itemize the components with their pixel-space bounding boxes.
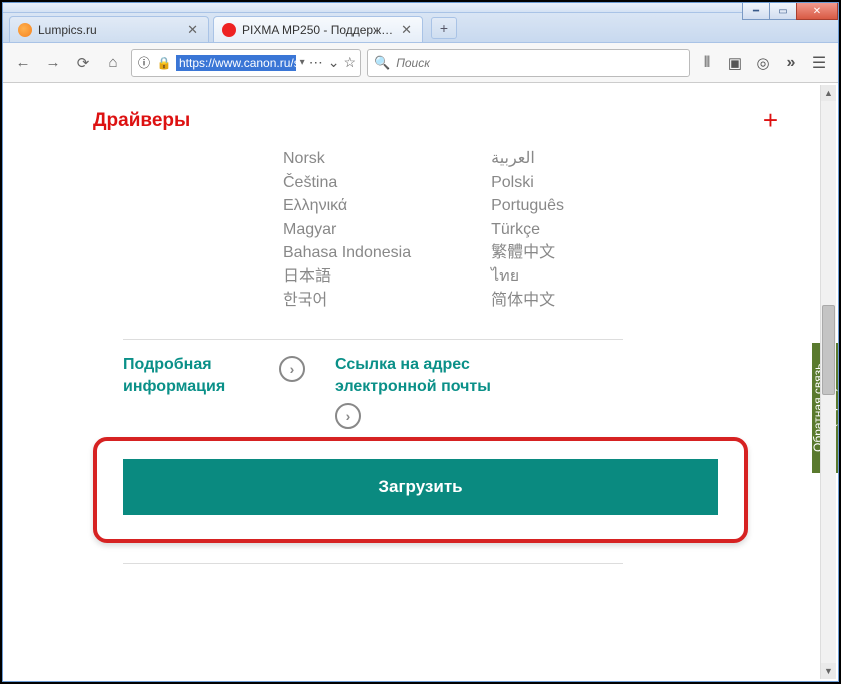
chevron-right-icon: ›	[279, 356, 305, 382]
language-option[interactable]: Polski	[491, 172, 564, 194]
overflow-icon[interactable]: »	[780, 52, 802, 74]
drivers-title: Драйверы	[93, 110, 190, 132]
language-option[interactable]: Ελληνικά	[283, 195, 411, 217]
email-link-label: Ссылка на адрес электронной почты	[335, 354, 515, 397]
chevron-right-icon: ›	[335, 403, 361, 429]
more-info-label: Подробная информация	[123, 354, 273, 397]
language-option[interactable]: Magyar	[283, 219, 411, 241]
page-content: Драйверы + Norsk Čeština Ελληνικά Magyar…	[3, 83, 838, 681]
bookmark-star-icon[interactable]: ☆	[343, 54, 356, 71]
download-button-label: Загрузить	[378, 477, 462, 497]
drivers-header: Драйверы +	[43, 83, 798, 148]
divider	[123, 563, 623, 564]
toolbar: ← → ⟳ ⌂ ⓘ 🔒 https://www.canon.ru/sup ▾ ⋯…	[3, 43, 838, 83]
vertical-scrollbar[interactable]: ▲ ▼	[820, 85, 836, 679]
language-option[interactable]: Português	[491, 195, 564, 217]
url-text[interactable]: https://www.canon.ru/sup	[176, 55, 296, 71]
language-option[interactable]: 한국어	[283, 290, 411, 312]
more-info-link[interactable]: Подробная информация ›	[123, 354, 305, 397]
links-row: Подробная информация › Ссылка на адрес э…	[43, 354, 798, 429]
window-frame: ━ ▭ ✕ Lumpics.ru ✕ PIXMA MP250 - Поддерж…	[0, 0, 841, 684]
divider	[123, 339, 623, 340]
back-button[interactable]: ←	[11, 51, 35, 75]
language-option[interactable]: Bahasa Indonesia	[283, 242, 411, 264]
url-bar[interactable]: ⓘ 🔒 https://www.canon.ru/sup ▾ ⋯ ⌄ ☆	[131, 49, 361, 77]
tabstrip: Lumpics.ru ✕ PIXMA MP250 - Поддержка - З…	[3, 13, 838, 43]
forward-button[interactable]: →	[41, 51, 65, 75]
search-bar[interactable]: 🔍	[367, 49, 690, 77]
highlighted-region: Загрузить	[93, 437, 748, 543]
lock-icon: 🔒	[156, 55, 172, 71]
language-list: Norsk Čeština Ελληνικά Magyar Bahasa Ind…	[43, 148, 798, 325]
sidebar-icon[interactable]: ▣	[724, 52, 746, 74]
search-input[interactable]	[396, 56, 683, 70]
expand-plus-icon[interactable]: +	[763, 105, 778, 136]
maximize-button[interactable]: ▭	[769, 2, 797, 20]
tab-label: PIXMA MP250 - Поддержка - З	[242, 23, 395, 37]
titlebar: ━ ▭ ✕	[3, 3, 838, 13]
language-option[interactable]: 简体中文	[491, 290, 564, 312]
tab-label: Lumpics.ru	[38, 23, 181, 37]
site-info-icon[interactable]: ⓘ	[136, 55, 152, 71]
tab-canon[interactable]: PIXMA MP250 - Поддержка - З ✕	[213, 16, 423, 42]
scrollbar-thumb[interactable]	[822, 305, 835, 395]
pocket-icon[interactable]: ⌄	[328, 54, 340, 71]
language-option[interactable]: 繁體中文	[491, 242, 564, 264]
download-button[interactable]: Загрузить	[123, 459, 718, 515]
addon-icon[interactable]: ◎	[752, 52, 774, 74]
tab-lumpics[interactable]: Lumpics.ru ✕	[9, 16, 209, 42]
new-tab-button[interactable]: +	[431, 17, 457, 39]
reload-button[interactable]: ⟳	[71, 51, 95, 75]
language-column-2: العربية Polski Português Türkçe 繁體中文 ไทย…	[491, 148, 564, 311]
scroll-down-arrow[interactable]: ▼	[821, 663, 836, 679]
close-window-button[interactable]: ✕	[796, 2, 838, 20]
favicon-lumpics	[18, 23, 32, 37]
favicon-canon	[222, 23, 236, 37]
close-tab-icon[interactable]: ✕	[401, 22, 412, 38]
menu-icon[interactable]: ☰	[808, 52, 830, 74]
language-option[interactable]: ไทย	[491, 266, 564, 288]
library-icon[interactable]: ⫴	[696, 52, 718, 74]
language-column-1: Norsk Čeština Ελληνικά Magyar Bahasa Ind…	[283, 148, 411, 311]
close-tab-icon[interactable]: ✕	[187, 22, 198, 38]
email-link[interactable]: Ссылка на адрес электронной почты ›	[335, 354, 515, 429]
language-option[interactable]: Türkçe	[491, 219, 564, 241]
language-option[interactable]: 日本語	[283, 266, 411, 288]
language-option[interactable]: العربية	[491, 148, 564, 170]
home-button[interactable]: ⌂	[101, 51, 125, 75]
page-actions-icon[interactable]: ⋯	[309, 54, 324, 71]
scroll-up-arrow[interactable]: ▲	[821, 85, 836, 101]
search-icon: 🔍	[374, 55, 390, 71]
minimize-button[interactable]: ━	[742, 2, 770, 20]
language-option[interactable]: Čeština	[283, 172, 411, 194]
language-option[interactable]: Norsk	[283, 148, 411, 170]
url-dropdown-icon[interactable]: ▾	[300, 57, 305, 68]
